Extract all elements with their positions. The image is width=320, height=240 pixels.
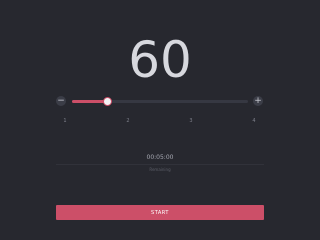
plus-icon: + — [254, 96, 262, 106]
divider — [56, 164, 264, 165]
time-readout: 00:05:00 — [146, 154, 174, 161]
slider-fill — [72, 100, 108, 103]
slider-thumb[interactable] — [103, 97, 113, 106]
start-button[interactable]: START — [56, 205, 264, 220]
slider-tick-label: 3 — [189, 118, 193, 124]
slider-tick-label: 1 — [63, 118, 67, 124]
slider-tick-label: 2 — [126, 118, 130, 124]
increment-button[interactable]: + — [253, 96, 263, 106]
time-subtext: Remaining — [149, 167, 171, 172]
count-slider[interactable] — [72, 97, 248, 106]
slider-tick-label: 4 — [252, 118, 256, 124]
count-display: 60 — [128, 31, 192, 89]
timer-screen: 60 − + 1 2 3 4 00:05:00 Remaining START — [0, 0, 320, 240]
minus-icon: − — [57, 96, 65, 106]
decrement-button[interactable]: − — [56, 96, 66, 106]
